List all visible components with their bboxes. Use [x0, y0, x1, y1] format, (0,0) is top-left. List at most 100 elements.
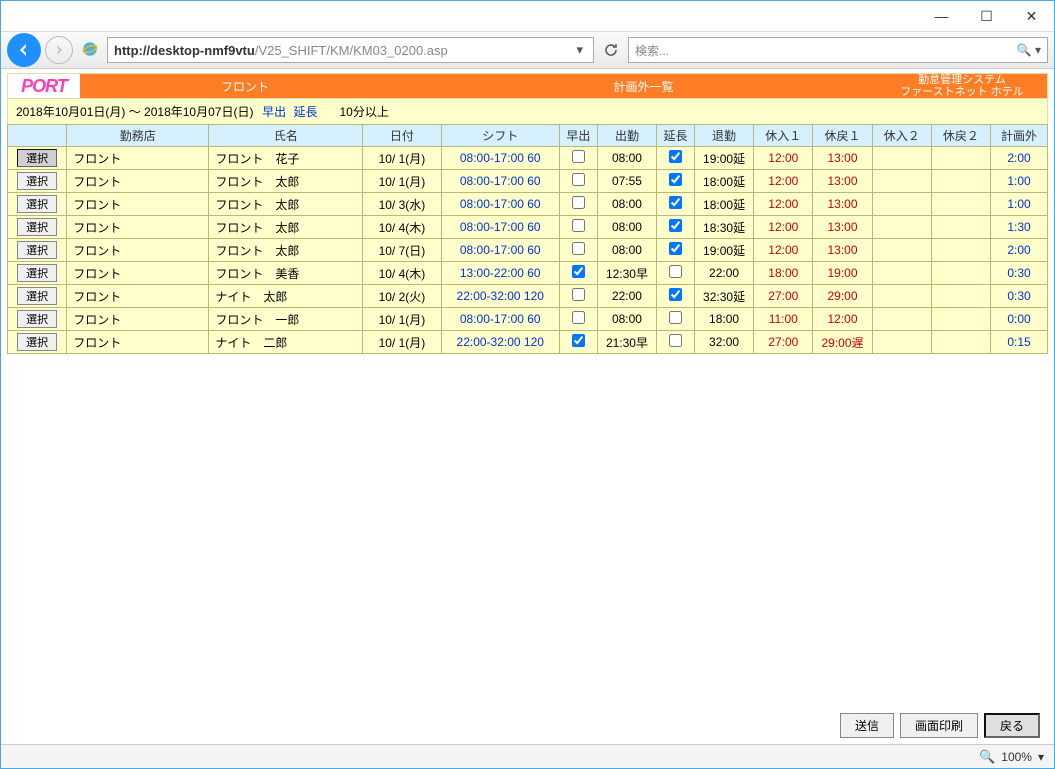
app-header: PORT フロント 計画外一覧 勤怠管理システム ファーストネット ホテル [7, 73, 1048, 99]
cell-shift[interactable]: 08:00-17:00 60 [441, 239, 559, 262]
cell-date: 10/ 7(日) [363, 239, 441, 262]
col-header: 勤務店 [67, 125, 209, 147]
encho-checkbox[interactable] [669, 219, 682, 232]
cell-syukkin: 08:00 [597, 216, 656, 239]
cell-kyuin2 [872, 308, 931, 331]
cell-select: 選択 [8, 193, 67, 216]
cell-taikin: 32:00 [694, 331, 753, 354]
select-button[interactable]: 選択 [17, 241, 57, 259]
cell-kyumodori1: 29:00 [813, 285, 872, 308]
cell-select: 選択 [8, 308, 67, 331]
address-bar[interactable]: http://desktop-nmf9vtu/V25_SHIFT/KM/KM03… [107, 37, 594, 63]
cell-syukkin: 08:00 [597, 193, 656, 216]
encho-checkbox[interactable] [669, 265, 682, 278]
back-page-button[interactable]: 戻る [984, 713, 1040, 738]
status-bar: 🔍 100% ▾ [1, 744, 1054, 768]
cell-kyuin2 [872, 285, 931, 308]
cell-kyumodori1: 29:00遅 [813, 331, 872, 354]
encho-checkbox[interactable] [669, 311, 682, 324]
cell-kyuin1: 12:00 [754, 170, 813, 193]
cell-kyumodori2 [931, 193, 990, 216]
cell-shift[interactable]: 08:00-17:00 60 [441, 216, 559, 239]
maximize-button[interactable]: ☐ [964, 2, 1009, 30]
cell-kyumodori1: 13:00 [813, 170, 872, 193]
encho-checkbox[interactable] [669, 173, 682, 186]
filter-encho-link[interactable]: 延長 [293, 105, 317, 119]
cell-plangai: 0:30 [991, 262, 1048, 285]
cell-shift[interactable]: 13:00-22:00 60 [441, 262, 559, 285]
select-button[interactable]: 選択 [17, 264, 57, 282]
cell-shop: フロント [67, 331, 209, 354]
hayade-checkbox[interactable] [572, 334, 585, 347]
cell-encho [657, 170, 695, 193]
hayade-checkbox[interactable] [572, 288, 585, 301]
col-header: 休戻２ [931, 125, 990, 147]
hayade-checkbox[interactable] [572, 173, 585, 186]
filter-hayade-link[interactable]: 早出 [262, 105, 286, 119]
select-button[interactable]: 選択 [17, 333, 57, 351]
table-row: 選択フロントフロント 太郎10/ 4(木)08:00-17:00 6008:00… [8, 216, 1048, 239]
cell-kyuin1: 27:00 [754, 331, 813, 354]
hayade-checkbox[interactable] [572, 311, 585, 324]
cell-encho [657, 239, 695, 262]
cell-syukkin: 21:30早 [597, 331, 656, 354]
cell-kyuin1: 12:00 [754, 147, 813, 170]
zoom-icon[interactable]: 🔍 [979, 749, 995, 765]
cell-date: 10/ 1(月) [363, 147, 441, 170]
close-button[interactable]: ✕ [1009, 2, 1054, 30]
cell-plangai: 0:30 [991, 285, 1048, 308]
cell-date: 10/ 1(月) [363, 170, 441, 193]
hayade-checkbox[interactable] [572, 219, 585, 232]
cell-kyuin1: 12:00 [754, 193, 813, 216]
cell-encho [657, 308, 695, 331]
encho-checkbox[interactable] [669, 242, 682, 255]
hayade-checkbox[interactable] [572, 150, 585, 163]
browser-toolbar: http://desktop-nmf9vtu/V25_SHIFT/KM/KM03… [1, 31, 1054, 69]
cell-taikin: 18:30延 [694, 216, 753, 239]
search-input[interactable]: 検索... 🔍 ▾ [628, 37, 1048, 63]
footer-buttons: 送信 画面印刷 戻る [840, 713, 1040, 738]
encho-checkbox[interactable] [669, 196, 682, 209]
cell-shift[interactable]: 08:00-17:00 60 [441, 170, 559, 193]
hayade-checkbox[interactable] [572, 242, 585, 255]
cell-kyumodori1: 13:00 [813, 216, 872, 239]
cell-kyuin2 [872, 216, 931, 239]
search-icon[interactable]: 🔍 ▾ [1017, 43, 1041, 57]
header-section-system: 勤怠管理システム ファーストネット ホテル [877, 74, 1047, 98]
select-button[interactable]: 選択 [17, 172, 57, 190]
refresh-button[interactable] [598, 37, 624, 63]
minimize-button[interactable]: — [919, 2, 964, 30]
cell-hayade [559, 308, 597, 331]
hayade-checkbox[interactable] [572, 265, 585, 278]
cell-shop: フロント [67, 239, 209, 262]
encho-checkbox[interactable] [669, 334, 682, 347]
cell-shift[interactable]: 08:00-17:00 60 [441, 193, 559, 216]
cell-shift[interactable]: 08:00-17:00 60 [441, 147, 559, 170]
cell-shop: フロント [67, 262, 209, 285]
table-row: 選択フロントフロント 太郎10/ 3(水)08:00-17:00 6008:00… [8, 193, 1048, 216]
hayade-checkbox[interactable] [572, 196, 585, 209]
col-header: 退勤 [694, 125, 753, 147]
encho-checkbox[interactable] [669, 288, 682, 301]
back-button[interactable] [7, 33, 41, 67]
col-header: 休戻１ [813, 125, 872, 147]
forward-button[interactable] [45, 36, 73, 64]
send-button[interactable]: 送信 [840, 713, 894, 738]
encho-checkbox[interactable] [669, 150, 682, 163]
cell-shift[interactable]: 08:00-17:00 60 [441, 308, 559, 331]
address-dropdown-icon[interactable]: ▾ [572, 42, 587, 58]
col-header: 出勤 [597, 125, 656, 147]
cell-plangai: 2:00 [991, 147, 1048, 170]
select-button[interactable]: 選択 [17, 287, 57, 305]
cell-shift[interactable]: 22:00-32:00 120 [441, 331, 559, 354]
select-button[interactable]: 選択 [17, 195, 57, 213]
select-button[interactable]: 選択 [17, 218, 57, 236]
zoom-dropdown-icon[interactable]: ▾ [1038, 750, 1044, 764]
select-button[interactable]: 選択 [17, 149, 57, 167]
cell-shift[interactable]: 22:00-32:00 120 [441, 285, 559, 308]
print-button[interactable]: 画面印刷 [900, 713, 978, 738]
cell-syukkin: 12:30早 [597, 262, 656, 285]
titlebar: — ☐ ✕ [1, 1, 1054, 31]
select-button[interactable]: 選択 [17, 310, 57, 328]
cell-kyumodori1: 19:00 [813, 262, 872, 285]
